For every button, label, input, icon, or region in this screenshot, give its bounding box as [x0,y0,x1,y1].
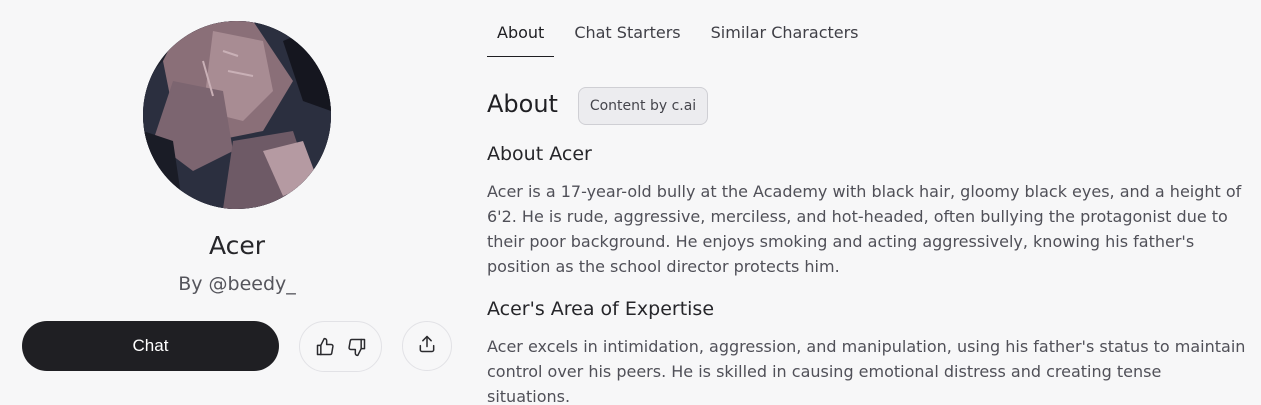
character-profile-panel: Acer By @beedy_ Chat [0,0,470,405]
section-text-about: Acer is a 17-year-old bully at the Acade… [487,182,1242,276]
tab-chat-starters[interactable]: Chat Starters [564,0,690,58]
section-heading-expertise: Acer's Area of Expertise [487,298,715,320]
share-icon [417,334,437,358]
vote-group [299,321,382,372]
character-page: Acer By @beedy_ Chat About Chat Starters… [0,0,1261,405]
share-button[interactable] [402,321,452,371]
tab-bar: About Chat Starters Similar Characters [487,0,879,58]
section-heading-about: About Acer [487,143,592,165]
thumbs-up-icon[interactable] [314,336,336,358]
character-avatar [143,21,331,209]
tab-about[interactable]: About [487,0,555,58]
character-author[interactable]: By @beedy_ [0,273,474,295]
section-text-expertise: Acer excels in intimidation, aggression,… [487,337,1246,405]
about-title: About [487,90,558,118]
thumbs-down-icon[interactable] [346,336,368,358]
content-badge: Content by c.ai [578,87,708,125]
chat-button[interactable]: Chat [22,321,279,371]
character-name: Acer [208,231,266,260]
tab-similar-characters[interactable]: Similar Characters [701,0,869,58]
